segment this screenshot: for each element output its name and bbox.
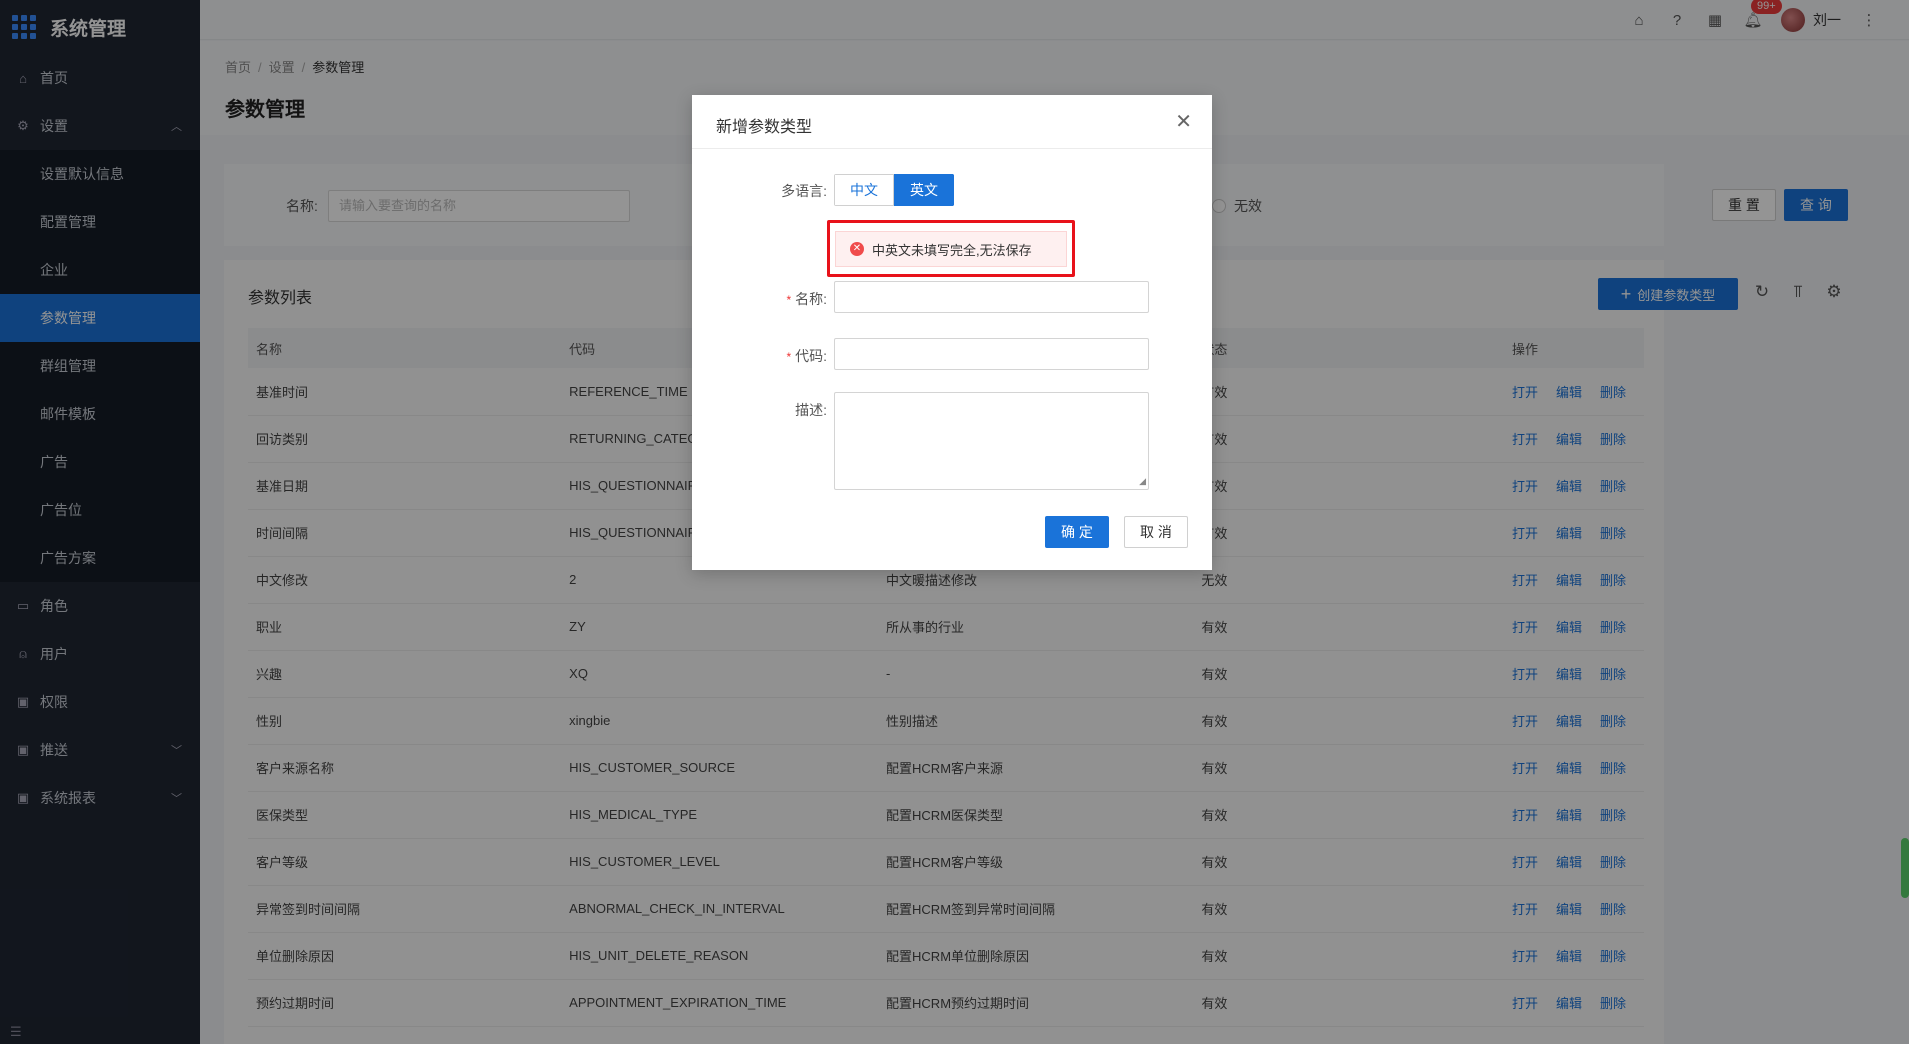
- close-icon[interactable]: ✕: [1175, 109, 1192, 134]
- dialog-header: 新增参数类型 ✕: [692, 95, 1212, 149]
- error-message: 中英文未填写完全,无法保存: [872, 242, 1032, 258]
- error-alert: ✕ 中英文未填写完全,无法保存: [835, 231, 1067, 267]
- desc-textarea[interactable]: ◢: [834, 392, 1149, 490]
- code-field[interactable]: [834, 338, 1149, 370]
- error-icon: ✕: [850, 242, 864, 256]
- code-field-label: * 代码:: [707, 346, 827, 366]
- lang-label: 多语言:: [781, 183, 827, 199]
- name-field[interactable]: [834, 281, 1149, 313]
- add-param-type-dialog: 新增参数类型 ✕ 多语言: 中文 英文 ✕ 中英文未填写完全,无法保存 * 名称:…: [692, 95, 1212, 570]
- confirm-button[interactable]: 确 定: [1045, 516, 1109, 548]
- resize-grip-icon[interactable]: ◢: [1139, 476, 1146, 487]
- lang-zh-button[interactable]: 中文: [834, 174, 894, 206]
- language-switch: 中文 英文: [834, 174, 954, 206]
- lang-en-button[interactable]: 英文: [894, 174, 954, 206]
- dialog-title: 新增参数类型: [716, 119, 813, 136]
- name-field-label: * 名称:: [707, 289, 827, 309]
- label-text: 代码:: [795, 348, 827, 364]
- desc-field-label: 描述:: [795, 402, 827, 418]
- cancel-button[interactable]: 取 消: [1124, 516, 1188, 548]
- label-text: 名称:: [795, 291, 827, 307]
- required-mark: *: [786, 293, 792, 307]
- required-mark: *: [786, 350, 792, 364]
